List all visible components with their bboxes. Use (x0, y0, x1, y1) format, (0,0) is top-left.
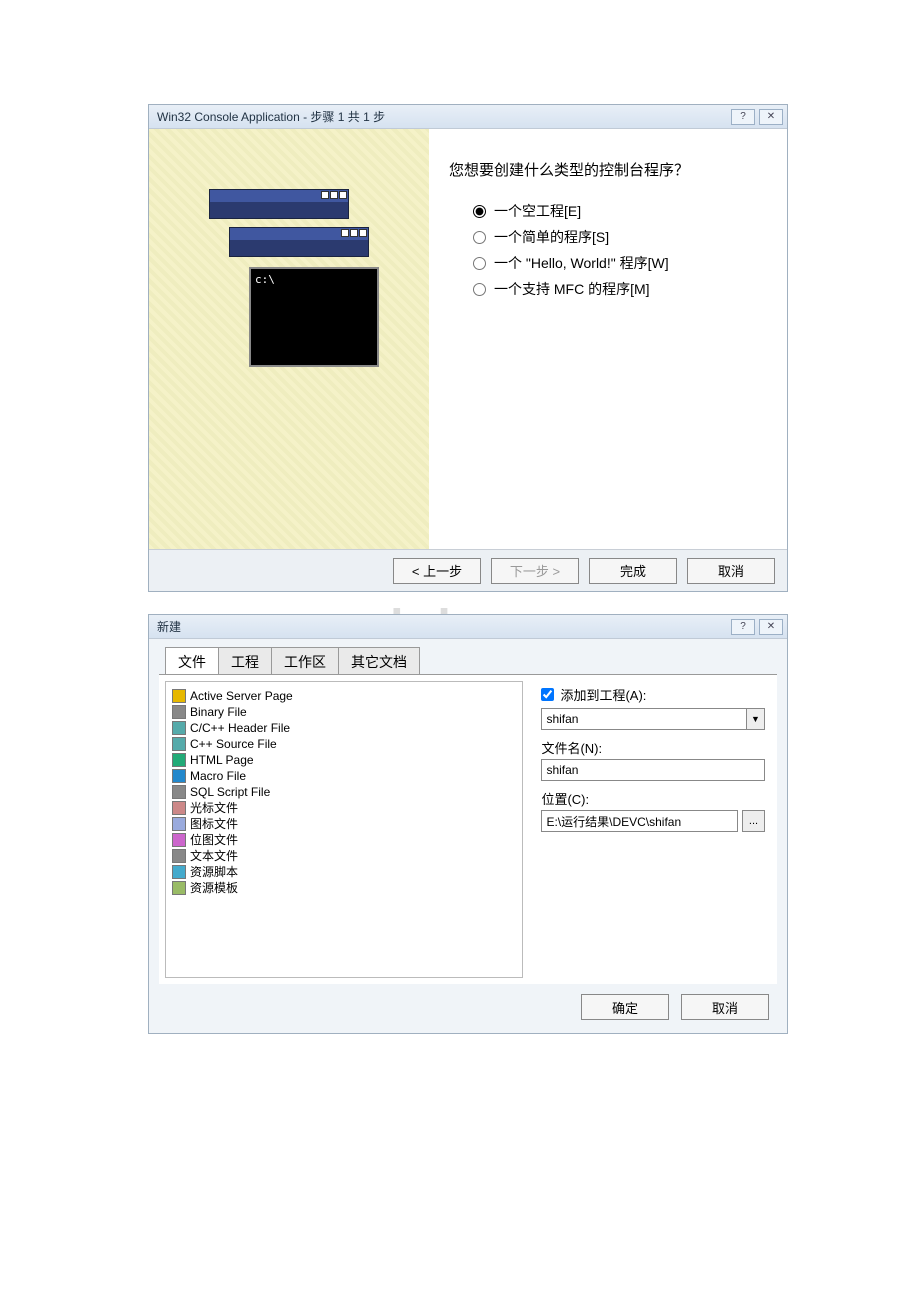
wizard-question: 您想要创建什么类型的控制台程序？ (449, 159, 767, 180)
radio-simple-input[interactable] (473, 231, 486, 244)
file-type-icon (172, 721, 186, 735)
new-cancel-button[interactable]: 取消 (681, 994, 769, 1020)
wizard-title: Win32 Console Application - 步骤 1 共 1 步 (157, 108, 385, 125)
add-to-project-check[interactable]: 添加到工程(A): (541, 685, 765, 704)
list-item[interactable]: HTML Page (170, 752, 518, 768)
file-type-icon (172, 737, 186, 751)
filename-label: 文件名(N): (541, 738, 765, 757)
wizard-illustration-panel: c:\ (149, 129, 429, 549)
file-type-label: 光标文件 (190, 800, 238, 816)
radio-mfc-label: 一个支持 MFC 的程序[M] (494, 279, 650, 299)
file-type-icon (172, 817, 186, 831)
cancel-button[interactable]: 取消 (687, 558, 775, 584)
file-type-icon (172, 689, 186, 703)
list-item[interactable]: 位图文件 (170, 832, 518, 848)
new-file-properties: 添加到工程(A): ▼ 文件名(N): 位置(C): ... (529, 675, 777, 984)
tab-strip: 文件 工程 工作区 其它文档 (149, 639, 787, 674)
tab-workspaces[interactable]: 工作区 (271, 647, 339, 674)
radio-simple-program[interactable]: 一个简单的程序[S] (449, 224, 767, 250)
file-type-icon (172, 865, 186, 879)
next-button: 下一步 > (491, 558, 579, 584)
new-help-button[interactable]: ? (731, 619, 755, 635)
location-label: 位置(C): (541, 789, 765, 808)
wizard-dialog: Win32 Console Application - 步骤 1 共 1 步 ?… (148, 104, 788, 592)
file-type-label: 资源脚本 (190, 864, 238, 880)
file-type-icon (172, 753, 186, 767)
tab-files[interactable]: 文件 (165, 647, 219, 674)
radio-empty-project[interactable]: 一个空工程[E] (449, 198, 767, 224)
file-type-icon (172, 849, 186, 863)
add-to-project-label: 添加到工程(A): (560, 685, 646, 704)
file-type-label: 资源模板 (190, 880, 238, 896)
list-item[interactable]: SQL Script File (170, 784, 518, 800)
radio-hello-input[interactable] (473, 257, 486, 270)
radio-mfc-input[interactable] (473, 283, 486, 296)
file-type-icon (172, 785, 186, 799)
list-item[interactable]: 文本文件 (170, 848, 518, 864)
list-item[interactable]: C/C++ Header File (170, 720, 518, 736)
radio-simple-label: 一个简单的程序[S] (494, 227, 609, 247)
file-type-icon (172, 705, 186, 719)
file-type-label: Active Server Page (190, 688, 293, 704)
help-button[interactable]: ? (731, 109, 755, 125)
list-item[interactable]: 资源脚本 (170, 864, 518, 880)
new-dialog-title: 新建 (157, 618, 181, 635)
new-dialog-footer: 确定 取消 (149, 984, 787, 1030)
file-type-label: SQL Script File (190, 784, 270, 800)
close-button[interactable]: ✕ (759, 109, 783, 125)
tab-other-docs[interactable]: 其它文档 (338, 647, 420, 674)
file-type-label: Binary File (190, 704, 247, 720)
wizard-footer: < 上一步 下一步 > 完成 取消 (149, 549, 787, 591)
wizard-options-panel: 您想要创建什么类型的控制台程序？ 一个空工程[E] 一个简单的程序[S] 一个 … (429, 129, 787, 549)
list-item[interactable]: Active Server Page (170, 688, 518, 704)
filename-input[interactable] (541, 759, 765, 781)
file-type-label: 图标文件 (190, 816, 238, 832)
terminal-preview: c:\ (249, 267, 379, 367)
tab-projects[interactable]: 工程 (218, 647, 272, 674)
list-item[interactable]: 图标文件 (170, 816, 518, 832)
add-to-project-checkbox[interactable] (541, 688, 554, 701)
list-item[interactable]: Macro File (170, 768, 518, 784)
console-illustration: c:\ (209, 189, 369, 369)
file-type-icon (172, 881, 186, 895)
location-input[interactable] (541, 810, 738, 832)
back-button[interactable]: < 上一步 (393, 558, 481, 584)
ok-button[interactable]: 确定 (581, 994, 669, 1020)
list-item[interactable]: 光标文件 (170, 800, 518, 816)
wizard-title-bar: Win32 Console Application - 步骤 1 共 1 步 ?… (149, 105, 787, 129)
finish-button[interactable]: 完成 (589, 558, 677, 584)
project-combo[interactable] (541, 708, 765, 730)
file-type-label: HTML Page (190, 752, 254, 768)
list-item[interactable]: 资源模板 (170, 880, 518, 896)
radio-hello-label: 一个 "Hello, World!" 程序[W] (494, 253, 669, 273)
new-dialog-title-bar: 新建 ? ✕ (149, 615, 787, 639)
radio-hello-world[interactable]: 一个 "Hello, World!" 程序[W] (449, 250, 767, 276)
file-type-list[interactable]: Active Server PageBinary FileC/C++ Heade… (165, 681, 523, 978)
file-type-label: 文本文件 (190, 848, 238, 864)
radio-mfc-program[interactable]: 一个支持 MFC 的程序[M] (449, 276, 767, 302)
browse-button[interactable]: ... (742, 810, 765, 832)
file-type-label: Macro File (190, 768, 246, 784)
file-type-icon (172, 769, 186, 783)
file-type-icon (172, 833, 186, 847)
radio-empty-label: 一个空工程[E] (494, 201, 581, 221)
new-file-dialog: 新建 ? ✕ 文件 工程 工作区 其它文档 Active Server Page… (148, 614, 788, 1034)
project-combo-arrow-icon[interactable]: ▼ (746, 709, 764, 729)
list-item[interactable]: Binary File (170, 704, 518, 720)
file-type-icon (172, 801, 186, 815)
new-close-button[interactable]: ✕ (759, 619, 783, 635)
file-type-label: C++ Source File (190, 736, 277, 752)
list-item[interactable]: C++ Source File (170, 736, 518, 752)
file-type-label: 位图文件 (190, 832, 238, 848)
file-type-label: C/C++ Header File (190, 720, 290, 736)
radio-empty-input[interactable] (473, 205, 486, 218)
